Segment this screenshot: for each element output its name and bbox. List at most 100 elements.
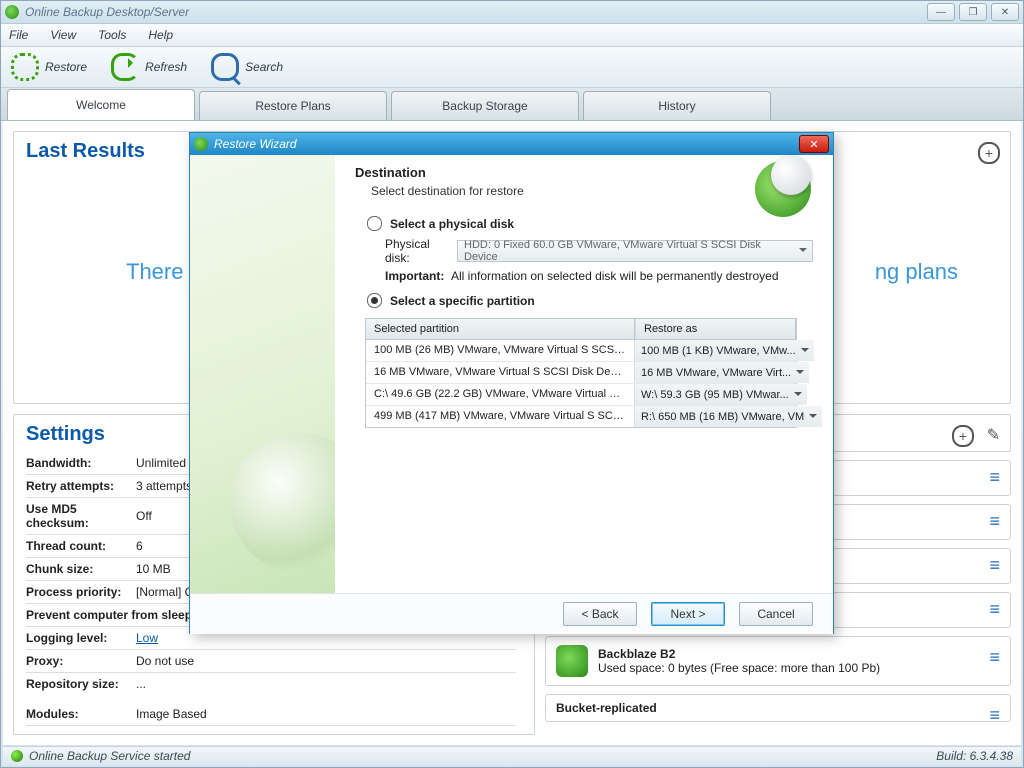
col-selected-partition: Selected partition (366, 319, 635, 339)
titlebar: Online Backup Desktop/Server — ❐ ✕ (1, 1, 1023, 24)
tab-restore-plans[interactable]: Restore Plans (199, 91, 387, 120)
label-bandwidth: Bandwidth: (26, 452, 136, 475)
cloud-icon (556, 645, 588, 677)
label-proxy: Proxy: (26, 650, 136, 673)
physical-disk-label: Physical disk: (385, 237, 457, 265)
storage-detail: Used space: 0 bytes (Free space: more th… (598, 661, 880, 675)
partition-row: 499 MB (417 MB) VMware, VMware Virtual S… (366, 406, 796, 427)
restore-icon (11, 53, 39, 81)
edit-storage-button[interactable]: ✎ (987, 425, 1000, 445)
physical-disk-value: HDD: 0 Fixed 60.0 GB VMware, VMware Virt… (464, 239, 794, 263)
menu-tools[interactable]: Tools (98, 28, 126, 42)
close-button[interactable]: ✕ (991, 3, 1019, 21)
add-storage-button[interactable]: + (952, 425, 974, 447)
partition-row: 16 MB VMware, VMware Virtual S SCSI Disk… (366, 362, 796, 384)
menu-icon[interactable]: ≡ (989, 555, 1000, 576)
search-icon (211, 53, 239, 81)
back-button[interactable]: < Back (563, 602, 637, 626)
partition-cell: 100 MB (26 MB) VMware, VMware Virtual S … (366, 340, 634, 361)
toolbar-refresh[interactable]: Refresh (111, 53, 187, 81)
restore-as-value: 100 MB (1 KB) VMware, VMw... (641, 345, 796, 357)
row-proxy: Proxy:Do not use (26, 650, 516, 673)
status-indicator-icon (11, 750, 23, 762)
label-modules: Modules: (26, 699, 136, 726)
label-retry: Retry attempts: (26, 475, 136, 498)
refresh-icon (111, 53, 139, 81)
row-modules: Modules:Image Based (26, 699, 516, 726)
toolbar-restore-label: Restore (45, 60, 87, 74)
add-plan-button[interactable]: + (978, 142, 1000, 164)
physical-disk-dropdown[interactable]: HDD: 0 Fixed 60.0 GB VMware, VMware Virt… (457, 240, 813, 262)
menu-icon[interactable]: ≡ (989, 705, 1000, 726)
menu-file[interactable]: File (9, 28, 28, 42)
menu-view[interactable]: View (50, 28, 76, 42)
option-specific-partition[interactable]: Select a specific partition (367, 293, 813, 308)
dialog-icon (194, 137, 208, 151)
tab-welcome[interactable]: Welcome (7, 89, 195, 120)
restore-as-dropdown[interactable]: R:\ 650 MB (16 MB) VMware, VM (635, 406, 822, 427)
important-text: All information on selected disk will be… (451, 269, 779, 283)
maximize-button[interactable]: ❐ (959, 3, 987, 21)
value-modules: Image Based (136, 699, 516, 726)
dialog-close-button[interactable]: ✕ (799, 135, 829, 153)
partition-row: C:\ 49.6 GB (22.2 GB) VMware, VMware Vir… (366, 384, 796, 406)
destination-hero-icon (755, 161, 811, 217)
toolbar-restore[interactable]: Restore (11, 53, 87, 81)
radio-physical[interactable] (367, 216, 382, 231)
build-label: Build: 6.3.4.38 (936, 749, 1013, 763)
storage-card-backblaze[interactable]: ≡ Backblaze B2 Used space: 0 bytes (Free… (545, 636, 1011, 686)
restore-as-value: W:\ 59.3 GB (95 MB) VMwar... (641, 389, 789, 401)
menu-help[interactable]: Help (148, 28, 173, 42)
storage-card-bucket[interactable]: ≡ Bucket-replicated (545, 694, 1011, 722)
label-logging: Logging level: (26, 627, 136, 650)
toolbar: Restore Refresh Search (1, 47, 1023, 88)
wizard-subheading: Select destination for restore (371, 184, 813, 198)
next-button[interactable]: Next > (651, 602, 725, 626)
label-priority: Process priority: (26, 581, 136, 604)
menu-icon[interactable]: ≡ (989, 647, 1000, 668)
label-md5: Use MD5 checksum: (26, 498, 136, 535)
menu-icon[interactable]: ≡ (989, 511, 1000, 532)
tabstrip: Welcome Restore Plans Backup Storage His… (1, 88, 1023, 121)
restore-as-value: 16 MB VMware, VMware Virt... (641, 367, 791, 379)
menu-icon[interactable]: ≡ (989, 467, 1000, 488)
tab-history[interactable]: History (583, 91, 771, 120)
restore-as-dropdown[interactable]: 100 MB (1 KB) VMware, VMw... (635, 340, 814, 361)
no-plans-text-right: ng plans (875, 259, 958, 285)
important-note: Important: All information on selected d… (385, 269, 813, 283)
cancel-button[interactable]: Cancel (739, 602, 813, 626)
partition-row: 100 MB (26 MB) VMware, VMware Virtual S … (366, 340, 796, 362)
partition-cell: 16 MB VMware, VMware Virtual S SCSI Disk… (366, 362, 634, 383)
app-window: Online Backup Desktop/Server — ❐ ✕ File … (0, 0, 1024, 768)
minimize-button[interactable]: — (927, 3, 955, 21)
storage-name: Backblaze B2 (598, 647, 880, 661)
app-icon (5, 5, 19, 19)
option-partition-label: Select a specific partition (390, 294, 535, 308)
statusbar: Online Backup Service started Build: 6.3… (3, 746, 1021, 765)
storage-name: Bucket-replicated (556, 701, 657, 715)
wizard-footer: < Back Next > Cancel (190, 593, 833, 634)
dialog-title: Restore Wizard (214, 137, 297, 151)
dialog-titlebar: Restore Wizard ✕ (190, 133, 833, 155)
restore-wizard-dialog: Restore Wizard ✕ Destination Select dest… (189, 132, 834, 634)
restore-as-dropdown[interactable]: 16 MB VMware, VMware Virt... (635, 362, 809, 383)
partition-table: Selected partition Restore as 100 MB (26… (365, 318, 797, 428)
value-repo: ... (136, 673, 516, 700)
logging-level-link[interactable]: Low (136, 631, 158, 645)
label-chunk: Chunk size: (26, 558, 136, 581)
partition-cell: 499 MB (417 MB) VMware, VMware Virtual S… (366, 406, 634, 427)
menu-icon[interactable]: ≡ (989, 599, 1000, 620)
window-title: Online Backup Desktop/Server (25, 5, 189, 19)
restore-as-value: R:\ 650 MB (16 MB) VMware, VM (641, 411, 804, 423)
wizard-heading: Destination (355, 165, 813, 180)
partition-table-header: Selected partition Restore as (366, 319, 796, 340)
menubar: File View Tools Help (1, 24, 1023, 47)
wizard-page: Destination Select destination for resto… (335, 155, 833, 593)
col-restore-as: Restore as (635, 319, 796, 339)
tab-backup-storage[interactable]: Backup Storage (391, 91, 579, 120)
restore-as-dropdown[interactable]: W:\ 59.3 GB (95 MB) VMwar... (635, 384, 807, 405)
radio-partition[interactable] (367, 293, 382, 308)
toolbar-search[interactable]: Search (211, 53, 283, 81)
status-message: Online Backup Service started (29, 749, 190, 763)
option-physical-disk[interactable]: Select a physical disk (367, 216, 813, 231)
